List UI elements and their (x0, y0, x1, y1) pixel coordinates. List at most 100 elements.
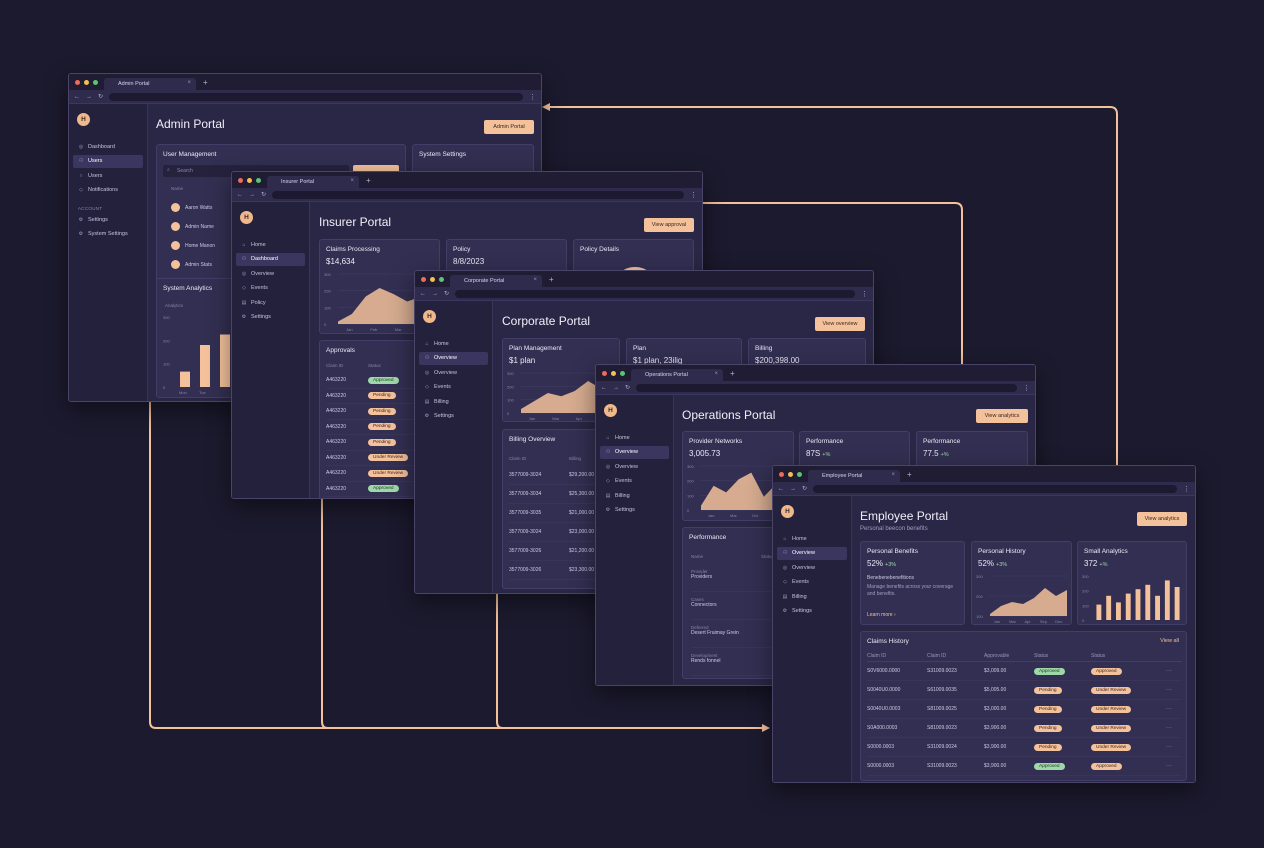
browser-tab[interactable]: Employee Portal × (808, 470, 900, 482)
row-menu-icon[interactable]: ··· (1166, 687, 1172, 693)
sidebar-item-users[interactable]: ⚇ Users (73, 154, 143, 168)
table-row[interactable]: S0040U0.0000 S61009.0035 $5,005.00 Pending U… (867, 681, 1182, 700)
user-row[interactable]: Home Manon (171, 236, 231, 255)
approval-row[interactable]: A463220 Approved (326, 482, 414, 497)
sidebar-item-system-settings[interactable]: ⚙ System Settings (73, 228, 143, 241)
approval-row[interactable]: A463220 Pending (326, 389, 414, 404)
sidebar-item-notifications[interactable]: ◇ Notifications (73, 184, 143, 197)
row-menu-icon[interactable]: ··· (1166, 725, 1172, 731)
view-all-link[interactable]: View all (1160, 638, 1179, 644)
maximize-dot[interactable] (620, 371, 625, 376)
reload-icon[interactable]: ↻ (98, 93, 103, 100)
table-row[interactable]: S0V6000.0000 S31009.0023 $3,009.00 Approved… (867, 662, 1182, 681)
sidebar-item-4[interactable]: ▤ Billing (777, 590, 847, 603)
column-header[interactable]: Status (1091, 653, 1166, 659)
sidebar-item-5[interactable]: ⚙ Settings (419, 410, 488, 423)
address-bar[interactable] (109, 92, 523, 101)
close-icon[interactable]: × (533, 277, 537, 283)
admin-portal-button[interactable]: Admin Portal (484, 120, 534, 134)
sidebar-item-5[interactable]: ⚙ Settings (777, 605, 847, 618)
reload-icon[interactable]: ↻ (625, 384, 630, 391)
back-icon[interactable]: ← (420, 291, 426, 297)
table-row[interactable]: S0000.0003 S31009.0023 $3,900.00 Approved Ap… (867, 757, 1182, 776)
view-analytics-button[interactable]: View analytics (1137, 512, 1187, 526)
minimize-dot[interactable] (84, 80, 89, 85)
close-dot[interactable] (779, 472, 784, 477)
new-tab-icon[interactable]: + (900, 470, 912, 482)
address-bar[interactable] (272, 190, 684, 199)
user-row[interactable]: Aaron Watts (171, 198, 231, 217)
back-icon[interactable]: ← (237, 192, 243, 198)
close-icon[interactable]: × (350, 178, 354, 184)
sidebar-item-2[interactable]: ◎ Overview (600, 460, 669, 473)
sidebar-item-3[interactable]: ◇ Events (777, 576, 847, 589)
sidebar-item-3[interactable]: ◇ Events (419, 381, 488, 394)
maximize-dot[interactable] (256, 178, 261, 183)
new-tab-icon[interactable]: + (723, 369, 735, 381)
forward-icon[interactable]: → (790, 486, 796, 492)
minimize-dot[interactable] (788, 472, 793, 477)
sidebar-item-4[interactable]: ▤ Policy (236, 296, 305, 309)
address-bar[interactable] (636, 383, 1017, 392)
sidebar-item-settings[interactable]: ⚙ Settings (73, 213, 143, 226)
more-icon[interactable]: ⋮ (690, 191, 697, 199)
close-icon[interactable]: × (891, 472, 895, 478)
sidebar-item-0[interactable]: ⌂ Home (600, 431, 669, 444)
sidebar-item-2[interactable]: ◎ Overview (236, 267, 305, 280)
forward-icon[interactable]: → (432, 291, 438, 297)
back-icon[interactable]: ← (74, 94, 80, 100)
close-dot[interactable] (421, 277, 426, 282)
reload-icon[interactable]: ↻ (444, 290, 449, 297)
row-menu-icon[interactable]: ··· (1166, 706, 1172, 712)
more-icon[interactable]: ⋮ (861, 290, 868, 298)
sidebar-item-0[interactable]: ⌂ Home (236, 238, 305, 251)
close-icon[interactable]: × (187, 80, 191, 86)
sidebar-item-dashboard[interactable]: ◎ Dashboard (73, 140, 143, 153)
column-header[interactable]: Claim ID (867, 653, 927, 659)
sidebar-item-4[interactable]: ▤ Billing (600, 489, 669, 502)
forward-icon[interactable]: → (249, 192, 255, 198)
back-icon[interactable]: ← (601, 385, 607, 391)
browser-tab[interactable]: Insurer Portal × (267, 176, 359, 188)
sidebar-item-3[interactable]: ◇ Events (236, 282, 305, 295)
browser-tab[interactable]: Admin Portal × (104, 78, 196, 90)
table-row[interactable]: S0A000.0003 S81009.0023 $3,900.00 Pending Un… (867, 719, 1182, 738)
sidebar-item-1[interactable]: ⚇ Overview (419, 351, 488, 365)
approval-row[interactable]: A463220 Pending (326, 420, 414, 435)
column-header[interactable]: Status (1034, 653, 1091, 659)
browser-tab[interactable]: Corporate Portal × (450, 275, 542, 287)
column-header[interactable]: Approvable (984, 653, 1034, 659)
minimize-dot[interactable] (247, 178, 252, 183)
sidebar-item-users-2[interactable]: ○ Users (73, 169, 143, 182)
address-bar[interactable] (455, 289, 855, 298)
learn-more-link[interactable]: Learn more › (867, 612, 896, 618)
column-header[interactable]: Claim ID (927, 653, 984, 659)
back-icon[interactable]: ← (778, 486, 784, 492)
forward-icon[interactable]: → (613, 385, 619, 391)
row-menu-icon[interactable]: ··· (1166, 763, 1172, 769)
sidebar-item-2[interactable]: ◎ Overview (777, 561, 847, 574)
row-menu-icon[interactable]: ··· (1166, 744, 1172, 750)
minimize-dot[interactable] (611, 371, 616, 376)
sidebar-item-1[interactable]: ⚇ Overview (777, 546, 847, 560)
forward-icon[interactable]: → (86, 94, 92, 100)
approval-row[interactable]: A463220 Under Review (326, 466, 414, 482)
sidebar-item-2[interactable]: ◎ Overview (419, 366, 488, 379)
approval-row[interactable]: A463220 Pending (326, 404, 414, 420)
user-row[interactable]: Admin Name (171, 217, 231, 236)
table-row[interactable]: S0000.0003 S31009.0024 $3,900.00 Pending Und… (867, 738, 1182, 757)
approval-row[interactable]: A463220 Pending (326, 435, 414, 451)
approval-row[interactable]: A463220 Approved (326, 373, 414, 389)
sidebar-item-4[interactable]: ▤ Billing (419, 395, 488, 408)
view-overview-button[interactable]: View overview (815, 317, 865, 331)
sidebar-item-3[interactable]: ◇ Events (600, 475, 669, 488)
maximize-dot[interactable] (797, 472, 802, 477)
new-tab-icon[interactable]: + (196, 78, 208, 90)
browser-tab[interactable]: Operations Portal × (631, 369, 723, 381)
reload-icon[interactable]: ↻ (802, 485, 807, 492)
more-icon[interactable]: ⋮ (529, 93, 536, 101)
sidebar-item-0[interactable]: ⌂ Home (777, 532, 847, 545)
sidebar-item-0[interactable]: ⌂ Home (419, 337, 488, 350)
close-dot[interactable] (75, 80, 80, 85)
new-tab-icon[interactable]: + (359, 176, 371, 188)
